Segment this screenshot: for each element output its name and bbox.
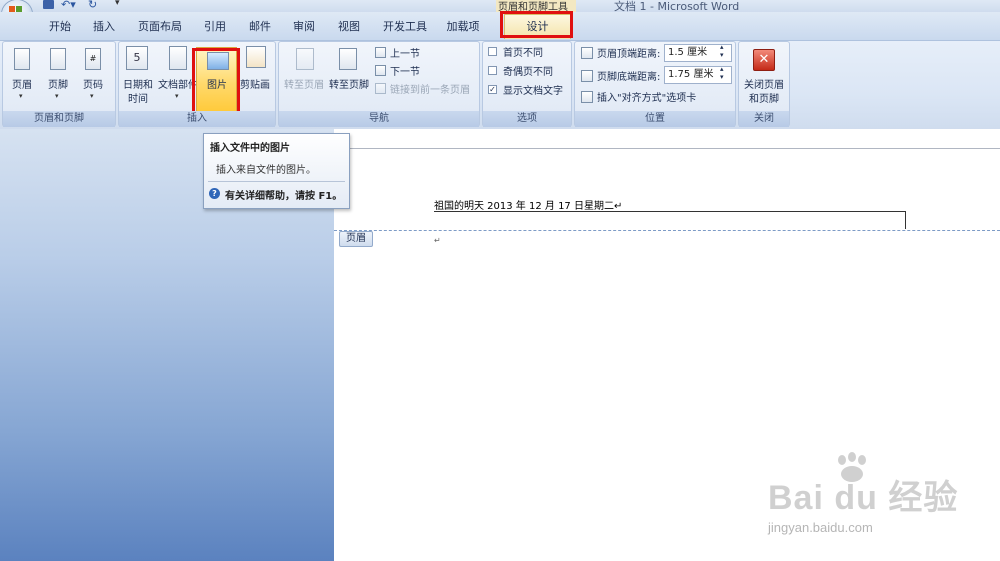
header-from-top-label: 页眉顶端距离: [597,49,661,60]
group-label-close: 关闭 [739,111,789,127]
tab-references[interactable]: 引用 [195,14,235,40]
next-section-button[interactable]: 下一节 [390,63,420,78]
design-tab-highlight [500,11,573,38]
next-section-icon [375,65,386,76]
header-position-icon [581,47,593,59]
page-number-dropdown-icon[interactable]: ▾ [90,92,94,100]
tab-mailings[interactable]: 邮件 [240,14,280,40]
previous-section-button[interactable]: 上一节 [390,45,420,60]
group-label-position: 位置 [575,111,735,127]
quick-parts-icon [169,46,187,70]
tab-review[interactable]: 审阅 [284,14,324,40]
tooltip-title: 插入文件中的图片 [210,143,290,154]
quick-parts-dropdown-icon[interactable]: ▾ [175,92,179,100]
tooltip-separator [208,181,345,182]
tab-view[interactable]: 视图 [329,14,369,40]
save-icon[interactable] [43,0,54,9]
header-tag: 页眉 [339,231,373,247]
group-label-navigation: 导航 [279,111,479,127]
paragraph-mark: ↵ [434,236,441,245]
tooltip-help-text: 有关详细帮助，请按 F1。 [225,191,343,202]
show-doc-text-label: 显示文档文字 [503,86,563,97]
footer-position-icon [581,70,593,82]
footer-icon [50,48,66,70]
show-doc-text-checkbox[interactable]: ✓ [488,85,497,94]
page-top-border [334,148,1000,149]
tab-home[interactable]: 开始 [40,14,80,40]
insert-align-tab-button[interactable]: 插入"对齐方式"选项卡 [597,89,696,104]
footer-dropdown-icon[interactable]: ▾ [55,92,59,100]
link-previous-button[interactable]: 链接到前一条页眉 [390,81,470,96]
page-number-icon: # [85,48,101,70]
header-icon [14,48,30,70]
clipart-icon [246,46,266,68]
picture-tooltip: 插入文件中的图片 插入来自文件的图片。 ? 有关详细帮助，请按 F1。 [203,133,350,209]
header-underline [434,211,906,212]
header-spinner-arrows-icon[interactable]: ▴ ▾ [720,43,724,59]
redo-icon[interactable]: ↻ [88,0,97,11]
tab-addins[interactable]: 加载项 [440,14,486,40]
help-icon: ? [209,188,220,199]
tab-insert[interactable]: 插入 [84,14,124,40]
header-boundary-line [334,230,1000,231]
diff-odd-even-checkbox[interactable] [488,66,497,75]
watermark-logo: Bai du 经验 [768,479,959,517]
goto-header-icon [296,48,314,70]
align-tab-icon [581,91,593,103]
close-header-footer-line2[interactable]: 和页脚 [740,90,788,105]
footer-button[interactable]: 页脚 [42,76,74,91]
diff-odd-even-label: 奇偶页不同 [503,67,553,78]
footer-spinner-arrows-icon[interactable]: ▴ ▾ [720,65,724,81]
close-icon: ✕ [753,49,775,71]
tooltip-description: 插入来自文件的图片。 [216,165,316,176]
close-header-footer-line1[interactable]: 关闭页眉 [740,76,788,91]
datetime-button-line1[interactable]: 日期和 [120,76,156,91]
goto-footer-button[interactable]: 转至页脚 [327,76,371,91]
tab-page-layout[interactable]: 页面布局 [133,14,187,40]
footer-from-bottom-label: 页脚底端距离: [597,72,661,83]
watermark-url: jingyan.baidu.com [768,520,873,535]
calendar-icon: 5 [126,46,148,70]
header-underline-end [905,211,906,229]
goto-header-button[interactable]: 转至页眉 [282,76,326,91]
clipart-button[interactable]: 剪贴画 [237,76,273,91]
diff-first-checkbox[interactable] [488,47,497,56]
customize-quick-access-icon[interactable]: ▾ [115,0,120,8]
group-label-header-footer: 页眉和页脚 [3,111,115,127]
previous-section-icon [375,47,386,58]
undo-icon[interactable]: ↶▾ [61,0,76,11]
header-button[interactable]: 页眉 [6,76,38,91]
diff-first-label: 首页不同 [503,48,543,59]
tab-developer[interactable]: 开发工具 [378,14,432,40]
datetime-button-line2[interactable]: 时间 [120,90,156,105]
header-dropdown-icon[interactable]: ▾ [19,92,23,100]
header-text[interactable]: 祖国的明天 2013 年 12 月 17 日星期二↵ [434,197,622,212]
link-previous-icon [375,83,386,94]
group-label-options: 选项 [483,111,571,127]
page-number-button[interactable]: 页码 [77,76,109,91]
goto-footer-icon [339,48,357,70]
picture-highlight [192,48,240,114]
group-label-insert: 插入 [119,111,275,127]
